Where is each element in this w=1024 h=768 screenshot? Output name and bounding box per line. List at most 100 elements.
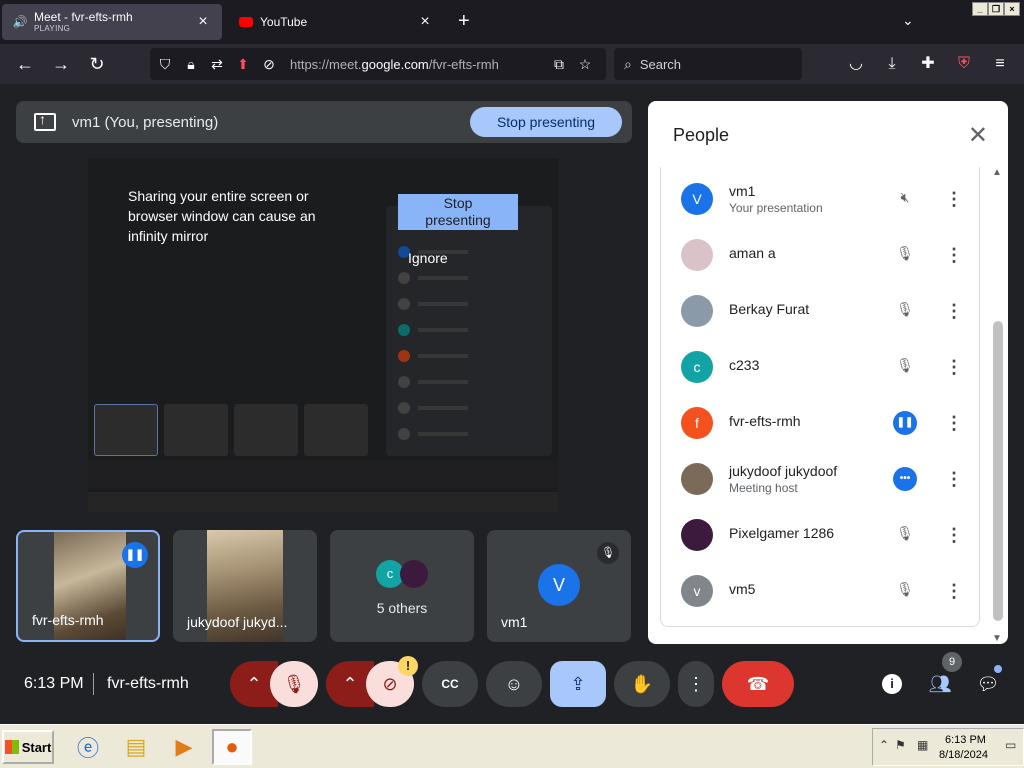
mic-off-icon[interactable]: 🎙︎: [893, 581, 917, 601]
raise-hand-button[interactable]: ✋: [614, 661, 670, 707]
pocket-icon[interactable]: ◡: [846, 54, 866, 74]
tab-title: YouTube: [260, 15, 308, 29]
reload-icon[interactable]: ↻: [86, 53, 108, 75]
more-vert-icon[interactable]: ⋮: [945, 579, 963, 603]
back-icon[interactable]: ←: [14, 53, 36, 75]
forward-icon[interactable]: →: [50, 53, 72, 75]
file-explorer-icon[interactable]: ▤: [116, 729, 156, 765]
menu-icon[interactable]: ≡: [990, 54, 1010, 74]
scroll-down-icon[interactable]: ▼: [990, 633, 1004, 644]
camera-blocked-icon[interactable]: ⊘: [258, 56, 280, 73]
picture-in-picture-icon[interactable]: ⧉: [548, 56, 570, 73]
more-vert-icon[interactable]: ⋮: [945, 411, 963, 435]
chevron-down-icon[interactable]: ⌄: [902, 12, 914, 29]
mic-off-icon[interactable]: 🎙︎: [893, 525, 917, 545]
avatar: V: [538, 564, 580, 606]
more-vert-icon[interactable]: ⋮: [945, 299, 963, 323]
participant-row[interactable]: Pixelgamer 1286 🎙︎ ⋮: [661, 507, 981, 563]
participant-row[interactable]: v vm5 🎙︎ ⋮: [661, 563, 981, 619]
participant-row[interactable]: aman a 🎙︎ ⋮: [661, 227, 981, 283]
mic-toggle-button[interactable]: 🎙︎: [270, 661, 318, 707]
mic-off-icon[interactable]: 🎙︎: [893, 301, 917, 321]
internet-explorer-icon[interactable]: ⓔ: [68, 729, 108, 765]
meet-stage: vm1 (You, presenting) Stop presenting Sh…: [0, 84, 1024, 724]
more-vert-icon[interactable]: ⋮: [945, 187, 963, 211]
star-icon[interactable]: ☆: [574, 56, 596, 73]
stop-presenting-button[interactable]: Stop presenting: [470, 107, 622, 137]
close-icon[interactable]: ✕: [968, 121, 988, 150]
permissions-icon[interactable]: ⇄: [206, 56, 228, 73]
browser-nav-bar: ← → ↻ ⛉ 🔒︎ ⇄ ⬆ ⊘ https://meet.google.com…: [0, 44, 1024, 104]
download-icon[interactable]: ⤓: [882, 54, 902, 74]
start-button[interactable]: Start: [2, 730, 54, 764]
participant-tile[interactable]: ❚❚ fvr-efts-rmh: [16, 530, 160, 642]
youtube-icon: [238, 14, 254, 30]
scrollbar-thumb[interactable]: [993, 321, 1003, 621]
browser-tab-bar: 🔊 Meet - fvr-efts-rmh PLAYING × YouTube …: [0, 0, 1024, 44]
participant-name: Pixelgamer 1286: [729, 525, 835, 541]
mic-off-icon[interactable]: 🎙︎: [893, 245, 917, 265]
more-vert-icon[interactable]: ⋮: [945, 355, 963, 379]
participant-name: vm5: [729, 581, 756, 597]
divider: [93, 673, 94, 695]
close-tab-icon[interactable]: ×: [194, 13, 212, 31]
captions-button[interactable]: CC: [422, 661, 478, 707]
participant-row[interactable]: f fvr-efts-rmh ❚❚ ⋮: [661, 395, 981, 451]
url-text[interactable]: https://meet.google.com/fvr-efts-rmh: [290, 57, 499, 72]
participant-row[interactable]: Berkay Furat 🎙︎ ⋮: [661, 283, 981, 339]
new-tab-icon[interactable]: +: [458, 10, 470, 33]
participant-row[interactable]: Vvm1 Your presentation 🔇︎ ⋮: [661, 171, 981, 227]
captions-icon: CC: [441, 677, 459, 691]
show-hidden-icons-icon[interactable]: ⌃: [879, 738, 889, 752]
speaking-indicator-icon[interactable]: ❚❚: [893, 411, 917, 435]
search-input[interactable]: ⌕ Search: [614, 48, 802, 80]
more-vert-icon[interactable]: ⋮: [945, 467, 963, 491]
present-now-button[interactable]: ⇪: [550, 661, 606, 707]
more-vert-icon[interactable]: ⋮: [945, 523, 963, 547]
chat-button[interactable]: 💬︎: [968, 661, 1008, 707]
restore-icon[interactable]: ❐: [988, 2, 1004, 16]
flag-icon[interactable]: ⚑: [895, 738, 906, 752]
screen-share-icon[interactable]: ⬆: [232, 56, 254, 73]
participant-tile[interactable]: 🎙︎ V vm1: [487, 530, 631, 642]
participant-row[interactable]: jukydoof jukydoof Meeting host ••• ⋮: [661, 451, 981, 507]
participant-row[interactable]: c c233 🎙︎ ⋮: [661, 339, 981, 395]
avatar: [681, 295, 713, 327]
firefox-icon[interactable]: ●: [212, 729, 252, 765]
volume-off-icon[interactable]: 🔇︎: [893, 189, 917, 209]
emoji-icon: ☺: [504, 673, 524, 694]
reactions-button[interactable]: ☺: [486, 661, 542, 707]
shield-icon[interactable]: ⛉: [154, 56, 176, 73]
participant-name: jukydoof jukyd...: [187, 614, 288, 630]
ignore-button[interactable]: Ignore: [408, 250, 448, 266]
more-horiz-icon[interactable]: •••: [893, 467, 917, 491]
tab-youtube[interactable]: YouTube ×: [228, 4, 444, 40]
others-tile[interactable]: c 5 others: [330, 530, 474, 642]
meeting-info-button[interactable]: i: [872, 661, 912, 707]
scroll-up-icon[interactable]: ▲: [990, 167, 1004, 178]
more-vert-icon[interactable]: ⋮: [945, 243, 963, 267]
more-options-button[interactable]: ⋮: [678, 661, 714, 707]
close-window-icon[interactable]: ×: [1004, 2, 1020, 16]
show-desktop-icon[interactable]: ▭: [1005, 738, 1016, 752]
lock-icon[interactable]: 🔒︎: [180, 56, 202, 73]
extensions-icon[interactable]: ✚: [918, 54, 938, 74]
participant-tile[interactable]: jukydoof jukyd...: [173, 530, 317, 642]
media-player-icon[interactable]: ▶: [164, 729, 204, 765]
participant-name: vm1: [501, 614, 528, 630]
minimize-icon[interactable]: _: [972, 2, 988, 16]
mic-off-icon[interactable]: 🎙︎: [893, 357, 917, 377]
network-icon[interactable]: ▦: [917, 738, 928, 752]
scrollbar[interactable]: ▲ ▼: [990, 167, 1004, 647]
camera-off-icon: ⊘: [382, 673, 398, 694]
participant-name: fvr-efts-rmh: [32, 612, 104, 628]
tray-time: 6:13 PM: [945, 734, 986, 746]
close-tab-icon[interactable]: ×: [416, 13, 434, 31]
preview-stop-presenting-button[interactable]: Stop presenting: [398, 194, 518, 230]
tab-meet[interactable]: 🔊 Meet - fvr-efts-rmh PLAYING ×: [2, 4, 222, 40]
address-bar[interactable]: ⛉ 🔒︎ ⇄ ⬆ ⊘ https://meet.google.com/fvr-e…: [150, 48, 606, 80]
avatar: f: [681, 407, 713, 439]
leave-call-button[interactable]: ☎: [722, 661, 794, 707]
ublock-icon[interactable]: ⛨: [954, 54, 974, 74]
search-icon: ⌕: [624, 55, 632, 72]
